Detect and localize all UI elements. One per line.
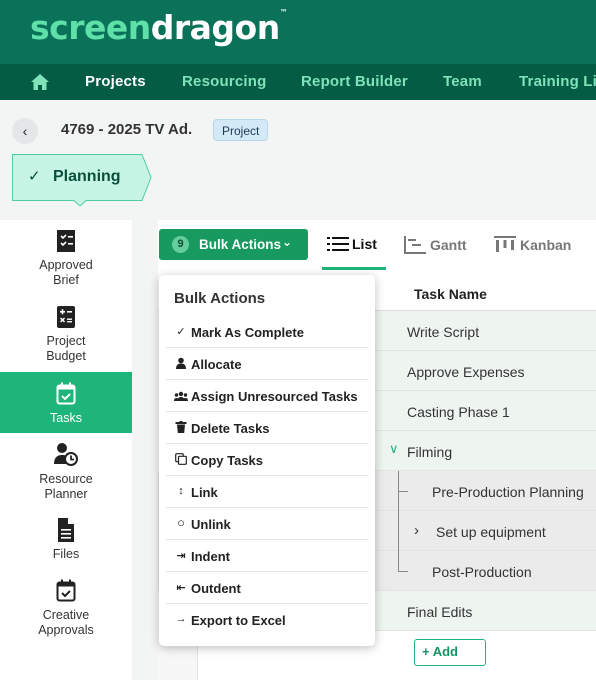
calendar-check-icon	[56, 579, 76, 602]
calendar-check-icon	[56, 382, 76, 405]
kanban-icon	[494, 236, 516, 252]
back-button[interactable]: ‹	[12, 118, 38, 144]
tree-connector	[398, 571, 408, 572]
sidebar-item-files[interactable]: Files	[0, 517, 132, 565]
bulk-actions-button[interactable]: 9 Bulk Actions ⌄	[159, 229, 308, 260]
add-task-button[interactable]: + Add	[414, 639, 486, 666]
sidebar-item-label: Files	[52, 547, 80, 561]
tab-kanban-label: Kanban	[520, 237, 572, 253]
circle-icon: ○	[177, 515, 185, 530]
list-icon	[327, 237, 349, 251]
bulk-actions-label: Bulk Actions	[199, 237, 282, 252]
calculator-icon	[57, 306, 75, 328]
tab-list[interactable]: List	[327, 236, 377, 252]
nav-projects[interactable]: Projects	[85, 73, 146, 90]
task-name[interactable]: Pre-Production Planning	[432, 484, 584, 500]
tab-list-label: List	[352, 236, 377, 252]
screendragon-logo[interactable]: screendragon™	[30, 8, 288, 47]
task-name[interactable]: Set up equipment	[436, 524, 546, 540]
outdent-icon: ⇤	[176, 582, 186, 594]
file-icon	[58, 518, 74, 542]
chevron-right-icon[interactable]: ›	[414, 522, 419, 539]
menu-title: Bulk Actions	[174, 290, 266, 307]
sidebar-item-label: Tasks	[50, 411, 82, 425]
active-tab-indicator	[322, 267, 386, 270]
column-header-task-name: Task Name	[414, 286, 487, 302]
menu-item-delete-tasks[interactable]: Delete Tasks	[166, 412, 368, 444]
task-name[interactable]: Filming	[407, 444, 452, 460]
link-icon: ↕	[178, 485, 184, 497]
trash-icon	[175, 421, 187, 433]
nav-training[interactable]: Training Li	[519, 73, 596, 90]
menu-item-link[interactable]: ↕ Link	[166, 476, 368, 508]
task-name[interactable]: Casting Phase 1	[407, 404, 510, 420]
task-name[interactable]: Final Edits	[407, 604, 472, 620]
task-name[interactable]: Approve Expenses	[407, 364, 525, 380]
arrow-right-icon: →	[175, 613, 187, 625]
task-name[interactable]: Write Script	[407, 324, 479, 340]
indent-icon: ⇥	[176, 550, 186, 562]
copy-icon	[175, 453, 187, 465]
sidebar-item-label: Resource Planner	[39, 472, 93, 501]
resource-planner-icon	[54, 443, 78, 466]
approved-brief-icon	[57, 230, 75, 252]
menu-item-mark-complete[interactable]: ✓ Mark As Complete	[166, 316, 368, 348]
stage-indicator[interactable]: ✓ Planning	[12, 154, 152, 206]
nav-resourcing[interactable]: Resourcing	[182, 73, 267, 90]
sidebar-item-approved-brief[interactable]: Approved Brief	[0, 228, 132, 292]
chevron-down-icon[interactable]: ∨	[389, 441, 399, 457]
sidebar-item-project-budget[interactable]: Project Budget	[0, 304, 132, 368]
main-nav: Projects Resourcing Report Builder Team …	[0, 64, 596, 100]
chevron-down-icon: ⌄	[282, 235, 293, 249]
person-icon	[176, 357, 186, 369]
selected-count-badge: 9	[172, 236, 189, 253]
menu-item-copy-tasks[interactable]: Copy Tasks	[166, 444, 368, 476]
project-title: 4769 - 2025 TV Ad.	[61, 121, 193, 138]
check-icon: ✓	[28, 168, 41, 185]
tab-kanban[interactable]: Kanban	[494, 236, 571, 254]
sidebar-item-resource-planner[interactable]: Resource Planner	[0, 442, 132, 506]
project-type-badge: Project	[213, 119, 269, 141]
home-icon[interactable]	[30, 73, 50, 91]
stage-label: Planning	[53, 168, 121, 185]
menu-item-indent[interactable]: ⇥ Indent	[166, 540, 368, 572]
tree-connector	[398, 471, 399, 571]
sidebar-item-label: Approved Brief	[39, 258, 93, 287]
app-header: screendragon™	[0, 0, 596, 64]
menu-item-unlink[interactable]: ○ Unlink	[166, 508, 368, 540]
tab-gantt-label: Gantt	[430, 237, 467, 253]
check-icon: ✓	[176, 326, 186, 338]
nav-team[interactable]: Team	[443, 73, 482, 90]
sidebar-item-label: Project Budget	[46, 334, 86, 363]
menu-item-outdent[interactable]: ⇤ Outdent	[166, 572, 368, 604]
bulk-actions-menu: Bulk Actions ✓ Mark As Complete Allocate…	[159, 275, 375, 646]
chevron-left-icon: ‹	[22, 123, 28, 139]
nav-report-builder[interactable]: Report Builder	[301, 73, 408, 90]
tree-connector	[398, 491, 408, 492]
gantt-icon	[404, 236, 426, 254]
task-name[interactable]: Post-Production	[432, 564, 532, 580]
tab-gantt[interactable]: Gantt	[404, 236, 467, 254]
sidebar-item-label: Creative Approvals	[38, 608, 94, 637]
sidebar-item-creative-approvals[interactable]: Creative Approvals	[0, 578, 132, 642]
sidebar-item-tasks[interactable]: Tasks	[0, 372, 132, 433]
menu-item-assign-unresourced[interactable]: Assign Unresourced Tasks	[166, 380, 368, 412]
menu-item-allocate[interactable]: Allocate	[166, 348, 368, 380]
menu-item-export-excel[interactable]: → Export to Excel	[166, 604, 368, 636]
group-icon	[174, 391, 188, 401]
